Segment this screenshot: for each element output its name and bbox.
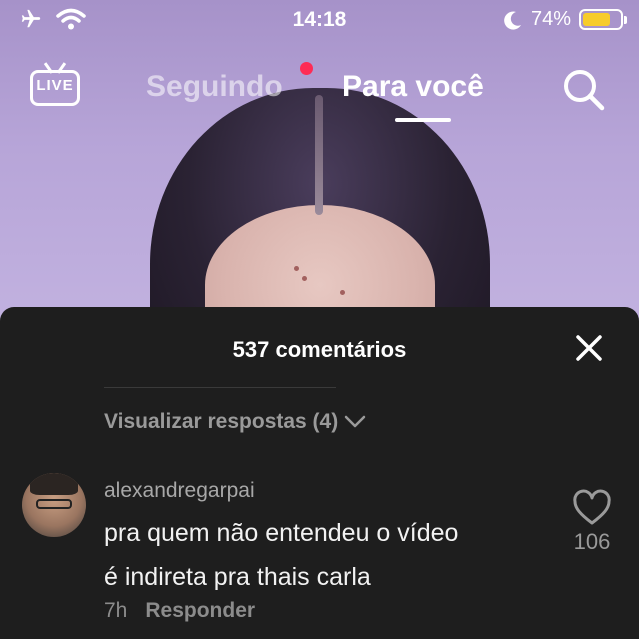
comment-text-line: pra quem não entendeu o vídeo	[104, 519, 459, 547]
reply-button[interactable]: Responder	[145, 599, 255, 623]
status-right: 74%	[503, 8, 627, 31]
comments-sheet: 537 comentários Visualizar respostas (4)…	[0, 307, 639, 639]
comment-text-line: é indireta pra thais carla	[104, 563, 371, 591]
live-label: LIVE	[36, 77, 74, 94]
comment-meta: 7h Responder	[104, 599, 255, 623]
heart-icon[interactable]	[572, 489, 612, 529]
video-spot	[340, 290, 345, 295]
video-spot	[302, 276, 307, 281]
top-nav: LIVE Seguindo Para você	[0, 62, 639, 122]
active-tab-indicator	[395, 118, 451, 122]
avatar[interactable]	[22, 473, 86, 537]
live-icon[interactable]: LIVE	[28, 62, 82, 108]
comment-item: alexandregarpai pra quem não entendeu o …	[0, 467, 639, 639]
battery-percent: 74%	[530, 8, 571, 30]
comment-text: pra quem não entendeu o vídeo é indireta…	[104, 511, 554, 599]
moon-icon	[504, 11, 521, 30]
tab-for-you[interactable]: Para você	[342, 70, 484, 104]
close-icon[interactable]	[574, 333, 604, 363]
battery-icon	[579, 9, 627, 30]
chevron-down-icon	[344, 415, 366, 428]
comment-username[interactable]: alexandregarpai	[104, 479, 255, 503]
video-spot	[294, 266, 299, 271]
status-bar: 14:18 74%	[0, 0, 639, 40]
comments-count-title: 537 comentários	[232, 337, 407, 362]
avatar-glasses	[36, 499, 72, 509]
replies-divider	[104, 387, 336, 388]
video-background[interactable]	[0, 0, 639, 330]
comment-time: 7h	[104, 599, 128, 622]
like-count: 106	[573, 529, 611, 554]
battery-fill	[583, 13, 610, 26]
search-icon[interactable]	[560, 66, 606, 112]
notification-dot	[300, 62, 313, 75]
avatar-hair	[30, 473, 78, 495]
view-replies-button[interactable]: Visualizar respostas (4)	[104, 410, 366, 434]
view-replies-label: Visualizar respostas (4)	[104, 410, 339, 433]
tab-following[interactable]: Seguindo	[146, 70, 283, 104]
